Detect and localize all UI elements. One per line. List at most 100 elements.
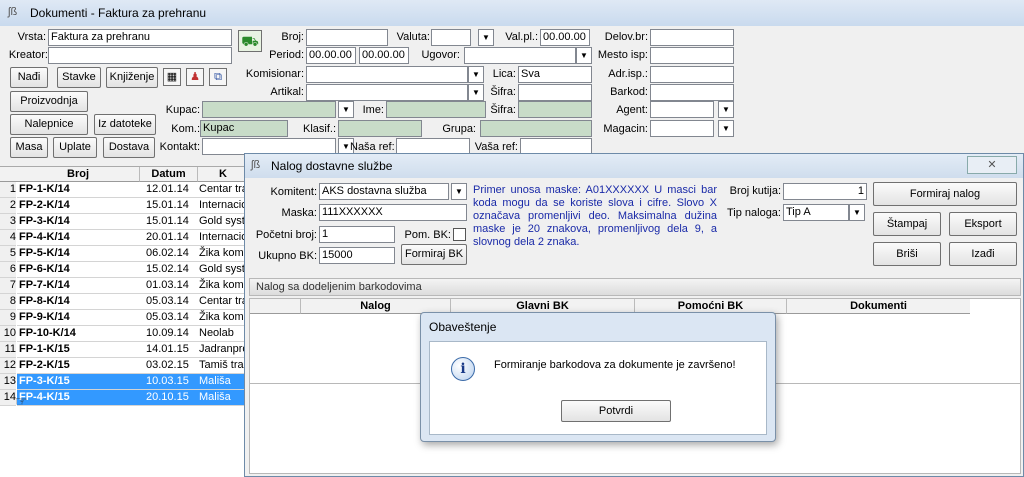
period-from[interactable]: 00.00.00 bbox=[306, 47, 356, 64]
tipnaloga-dropdown-icon[interactable]: ▼ bbox=[849, 204, 865, 221]
formiraj-nalog-button[interactable]: Formiraj nalog bbox=[873, 182, 1017, 206]
valuta-dropdown-icon[interactable]: ▼ bbox=[478, 29, 494, 46]
nasaref-label: Naša ref: bbox=[350, 141, 395, 153]
grupa-field[interactable] bbox=[480, 120, 592, 137]
nadji-button[interactable]: Nađi bbox=[10, 67, 48, 88]
komisionar-dropdown-icon[interactable]: ▼ bbox=[468, 66, 484, 83]
table-row[interactable]: FP-1-K/15 14.01.15 Jadranpro bbox=[17, 342, 245, 358]
period-label: Period: bbox=[269, 49, 304, 61]
klasif-label: Klasif.: bbox=[302, 123, 336, 135]
sifra2-field[interactable] bbox=[518, 101, 592, 118]
agent-dropdown-icon[interactable]: ▼ bbox=[718, 101, 734, 118]
stavke-button[interactable]: Stavke bbox=[57, 67, 101, 88]
truck-icon[interactable]: ⛟ bbox=[238, 30, 262, 52]
table-row[interactable]: FP-8-K/14 05.03.14 Centar tra bbox=[17, 294, 245, 310]
brojkutija-field[interactable]: 1 bbox=[783, 183, 867, 200]
eksport-button[interactable]: Eksport bbox=[949, 212, 1017, 236]
brisi-button[interactable]: Briši bbox=[873, 242, 941, 266]
izadji-button[interactable]: Izađi bbox=[949, 242, 1017, 266]
komisionar-select[interactable] bbox=[306, 66, 468, 83]
sifra1-field[interactable] bbox=[518, 84, 592, 101]
formiraj-bk-button[interactable]: Formiraj BK bbox=[401, 244, 467, 265]
table-row[interactable]: FP-9-K/14 05.03.14 Žika komi bbox=[17, 310, 245, 326]
magacin-dropdown-icon[interactable]: ▼ bbox=[718, 120, 734, 137]
adrisp-field[interactable] bbox=[650, 66, 734, 83]
table-corner bbox=[0, 167, 17, 182]
magacin-label: Magacin: bbox=[603, 123, 648, 135]
cell-k: Mališa bbox=[199, 391, 231, 403]
table-row[interactable]: FP-7-K/14 01.03.14 Žika komi bbox=[17, 278, 245, 294]
table-row[interactable]: FP-2-K/15 03.02.15 Tamiš trac bbox=[17, 358, 245, 374]
uplate-button[interactable]: Uplate bbox=[53, 137, 97, 158]
person-icon[interactable]: ♟ bbox=[186, 68, 204, 86]
stampaj-button[interactable]: Štampaj bbox=[873, 212, 941, 236]
klasif-field[interactable] bbox=[338, 120, 422, 137]
proizvodnja-button[interactable]: Proizvodnja bbox=[10, 91, 88, 112]
artikal-label: Artikal: bbox=[270, 86, 304, 98]
maska-field[interactable]: 111XXXXXX bbox=[319, 204, 467, 221]
barkod-label: Barkod: bbox=[610, 86, 648, 98]
agent-select[interactable] bbox=[650, 101, 714, 118]
artikal-select[interactable] bbox=[306, 84, 468, 101]
tipnaloga-select[interactable]: Tip A bbox=[783, 204, 849, 221]
broj-label: Broj: bbox=[281, 31, 304, 43]
nalepnice-button[interactable]: Nalepnice bbox=[10, 114, 88, 135]
barkod-field[interactable] bbox=[650, 84, 734, 101]
period-to[interactable]: 00.00.00 bbox=[359, 47, 409, 64]
komisionar-label: Komisionar: bbox=[245, 68, 304, 80]
row-number: 6 bbox=[0, 262, 16, 278]
komitent-dropdown-icon[interactable]: ▼ bbox=[451, 183, 467, 200]
copy-icon[interactable]: ⧉ bbox=[209, 68, 227, 86]
delovbr-field[interactable] bbox=[650, 29, 734, 46]
iz-datoteke-button[interactable]: Iz datoteke bbox=[94, 114, 156, 135]
table-row[interactable]: FP-3-K/15 10.03.15 Mališa bbox=[17, 374, 245, 390]
col-broj[interactable]: Broj bbox=[17, 167, 139, 182]
mestoisp-field[interactable] bbox=[650, 47, 734, 64]
vrsta-field[interactable]: Faktura za prehranu bbox=[48, 29, 232, 46]
table-row[interactable]: FP-10-K/14 10.09.14 Neolab bbox=[17, 326, 245, 342]
cell-broj: FP-10-K/14 bbox=[19, 327, 76, 339]
dostava-button[interactable]: Dostava bbox=[103, 137, 155, 158]
artikal-dropdown-icon[interactable]: ▼ bbox=[468, 84, 484, 101]
table-row[interactable]: FP-1-K/14 12.01.14 Centar tra bbox=[17, 182, 245, 198]
potvrdi-button[interactable]: Potvrdi bbox=[561, 400, 671, 422]
kom-field[interactable]: Kupac bbox=[200, 120, 288, 137]
kreator-field[interactable] bbox=[48, 47, 232, 64]
col-dokumenti[interactable]: Dokumenti bbox=[786, 299, 970, 314]
komitent-select[interactable]: AKS dostavna služba bbox=[319, 183, 449, 200]
ugovor-dropdown-icon[interactable]: ▼ bbox=[576, 47, 592, 64]
valuta-select[interactable] bbox=[431, 29, 471, 46]
col-komitent[interactable]: K bbox=[197, 167, 248, 182]
lica-field[interactable]: Sva bbox=[518, 66, 592, 83]
pocetni-field[interactable]: 1 bbox=[319, 226, 395, 243]
broj-field[interactable] bbox=[306, 29, 388, 46]
mask-hint: Primer unosa maske: A01XXXXXX U masci ba… bbox=[473, 184, 717, 248]
close-icon[interactable]: ✕ bbox=[967, 156, 1017, 174]
cell-k: Gold syste bbox=[199, 263, 245, 275]
cell-datum: 20.01.14 bbox=[146, 231, 189, 243]
kupac-select[interactable] bbox=[202, 101, 336, 118]
valpl-field[interactable]: 00.00.00 bbox=[540, 29, 590, 46]
calendar-icon[interactable]: ▦ bbox=[163, 68, 181, 86]
ukupnobk-field[interactable]: 15000 bbox=[319, 247, 395, 264]
knjizenje-button[interactable]: Knjiženje bbox=[106, 67, 158, 88]
table-row[interactable]: FP-2-K/14 15.01.14 Internacio bbox=[17, 198, 245, 214]
table-row[interactable]: FP-3-K/14 15.01.14 Gold syste bbox=[17, 214, 245, 230]
ime-field[interactable] bbox=[386, 101, 486, 118]
ugovor-select[interactable] bbox=[464, 47, 576, 64]
dialog-title: Obaveštenje bbox=[429, 320, 497, 334]
row-pointer-icon: ☞ bbox=[15, 393, 28, 409]
pombk-checkbox[interactable] bbox=[453, 228, 466, 241]
cell-broj: FP-5-K/14 bbox=[19, 247, 70, 259]
masa-button[interactable]: Masa bbox=[10, 137, 48, 158]
col-datum[interactable]: Datum bbox=[139, 167, 197, 182]
cell-k: Centar tra bbox=[199, 295, 245, 307]
table-row[interactable]: FP-4-K/15 20.10.15 Mališa bbox=[17, 390, 245, 406]
table-row[interactable]: FP-6-K/14 15.02.14 Gold syste bbox=[17, 262, 245, 278]
magacin-select[interactable] bbox=[650, 120, 714, 137]
nalog-titlebar: ʃß Nalog dostavne službe ✕ bbox=[245, 154, 1023, 178]
table-row[interactable]: FP-4-K/14 20.01.14 Internacio bbox=[17, 230, 245, 246]
kupac-dropdown-icon[interactable]: ▼ bbox=[338, 101, 354, 118]
table-row[interactable]: FP-5-K/14 06.02.14 Žika komi bbox=[17, 246, 245, 262]
row-number: 2 bbox=[0, 198, 16, 214]
